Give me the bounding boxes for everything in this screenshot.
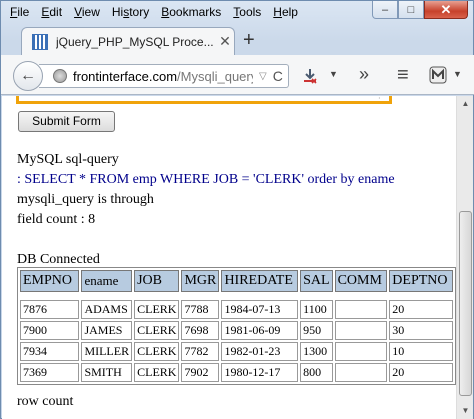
tab-title: jQuery_PHP_MySQL Proce... — [56, 34, 214, 49]
table-cell: 1980-12-17 — [221, 363, 299, 382]
table-cell: CLERK — [134, 321, 180, 340]
maximize-button[interactable]: □ — [398, 1, 424, 19]
field-count-text: field count : 8 — [17, 212, 96, 227]
download-icon[interactable] — [301, 67, 319, 89]
sql-query-text: : SELECT * FROM emp WHERE JOB = 'CLERK' … — [17, 172, 395, 187]
menu-bookmarks[interactable]: Bookmarks — [155, 3, 227, 21]
query-status-text: mysqli_query is through — [17, 192, 154, 207]
table-row: 7876 ADAMS CLERK 7788 1984-07-13 1100 20 — [20, 300, 453, 319]
row-count-text: row count — [17, 394, 74, 409]
table-cell: 7782 — [181, 342, 220, 361]
new-tab-button[interactable]: + — [243, 29, 255, 51]
table-header-row: EMPNO ename JOB MGR HIREDATE SAL COMM DE… — [20, 270, 453, 292]
overflow-chevron-icon[interactable]: » — [359, 64, 369, 85]
submit-form-button[interactable]: Submit Form — [18, 111, 115, 132]
table-cell: 950 — [300, 321, 333, 340]
table-cell: 30 — [389, 321, 453, 340]
table-row: 7369 SMITH CLERK 7902 1980-12-17 800 20 — [20, 363, 453, 382]
table-cell: 7788 — [181, 300, 220, 319]
table-cell: 7369 — [20, 363, 80, 382]
url-history-dropdown-icon[interactable]: ▽ — [259, 71, 267, 82]
table-cell: SMITH — [81, 363, 133, 382]
table-cell: CLERK — [134, 363, 180, 382]
table-cell: 1981-06-09 — [221, 321, 299, 340]
table-cell: CLERK — [134, 342, 180, 361]
menu-tools[interactable]: Tools — [227, 3, 267, 21]
tab-active[interactable]: jQuery_PHP_MySQL Proce... ✕ — [21, 27, 235, 55]
table-cell: ADAMS — [81, 300, 133, 319]
minimize-button[interactable]: – — [372, 1, 398, 19]
table-cell: 1984-07-13 — [221, 300, 299, 319]
close-window-button[interactable]: ✕ — [424, 1, 468, 19]
table-cell: 7698 — [181, 321, 220, 340]
table-cell: 20 — [389, 300, 453, 319]
sql-query-heading: MySQL sql-query — [17, 152, 119, 167]
resize-grip-icon[interactable]: ⋰ — [378, 96, 386, 100]
scroll-down-icon[interactable]: ▼ — [457, 403, 474, 419]
table-row: 7900 JAMES CLERK 7698 1981-06-09 950 30 — [20, 321, 453, 340]
table-cell: 7876 — [20, 300, 80, 319]
table-cell: MILLER — [81, 342, 133, 361]
table-cell: 7934 — [20, 342, 80, 361]
menu-file[interactable]: File — [4, 3, 35, 21]
table-cell — [334, 321, 388, 340]
table-cell: 7902 — [181, 363, 220, 382]
page-favicon-icon — [32, 33, 48, 50]
table-cell: 10 — [389, 342, 453, 361]
window-controls: – □ ✕ — [372, 1, 468, 21]
close-tab-icon[interactable]: ✕ — [216, 33, 234, 50]
column-header: EMPNO — [20, 270, 80, 292]
url-bar[interactable]: frontinterface.com /Mysqli_query_ ▽ C — [39, 64, 289, 88]
table-cell — [334, 363, 388, 382]
table-cell — [334, 300, 388, 319]
back-arrow-icon: ← — [20, 67, 36, 84]
table-cell: 7900 — [20, 321, 80, 340]
menu-help[interactable]: Help — [267, 3, 304, 21]
table-cell: CLERK — [134, 300, 180, 319]
vertical-scrollbar[interactable]: ▲ ▼ — [456, 96, 473, 419]
column-header: DEPTNO — [389, 270, 453, 292]
table-cell: 1982-01-23 — [221, 342, 299, 361]
reload-icon[interactable]: C — [273, 68, 283, 84]
table-cell: JAMES — [81, 321, 133, 340]
back-button[interactable]: ← — [13, 61, 43, 91]
scroll-up-icon[interactable]: ▲ — [457, 96, 474, 112]
menu-edit[interactable]: Edit — [35, 3, 68, 21]
table-cell: 1300 — [300, 342, 333, 361]
column-header: MGR — [181, 270, 220, 292]
url-host: frontinterface.com — [73, 68, 178, 84]
table-cell: 800 — [300, 363, 333, 382]
addon-dropdown-icon[interactable]: ▼ — [453, 69, 462, 79]
column-header: JOB — [134, 270, 180, 292]
addon-icon[interactable] — [429, 66, 447, 88]
url-path: /Mysqli_query_ — [177, 68, 253, 84]
page-content: ⋰ Submit Form MySQL sql-query : SELECT *… — [2, 96, 456, 419]
column-header: SAL — [300, 270, 333, 292]
column-header: HIREDATE — [221, 270, 299, 292]
navigation-bar: frontinterface.com /Mysqli_query_ ▽ C ← … — [1, 55, 474, 95]
scrollbar-thumb[interactable] — [459, 211, 472, 396]
menu-view[interactable]: View — [68, 3, 106, 21]
column-header: ename — [81, 270, 133, 292]
site-identity-icon[interactable] — [53, 69, 67, 83]
browser-window: File Edit View History Bookmarks Tools H… — [0, 0, 474, 419]
table-cell — [334, 342, 388, 361]
menu-history[interactable]: History — [106, 3, 155, 21]
employee-table: EMPNO ename JOB MGR HIREDATE SAL COMM DE… — [17, 267, 456, 385]
column-header: COMM — [334, 270, 388, 292]
query-textarea[interactable]: ⋰ — [16, 96, 392, 104]
tab-strip: jQuery_PHP_MySQL Proce... ✕ + — [1, 23, 474, 55]
menu-bar: File Edit View History Bookmarks Tools H… — [4, 2, 377, 22]
downloads-dropdown-icon[interactable]: ▼ — [329, 69, 338, 79]
table-row: 7934 MILLER CLERK 7782 1982-01-23 1300 1… — [20, 342, 453, 361]
table-cell: 1100 — [300, 300, 333, 319]
table-cell: 20 — [389, 363, 453, 382]
hamburger-menu-icon[interactable]: ≡ — [397, 64, 409, 87]
